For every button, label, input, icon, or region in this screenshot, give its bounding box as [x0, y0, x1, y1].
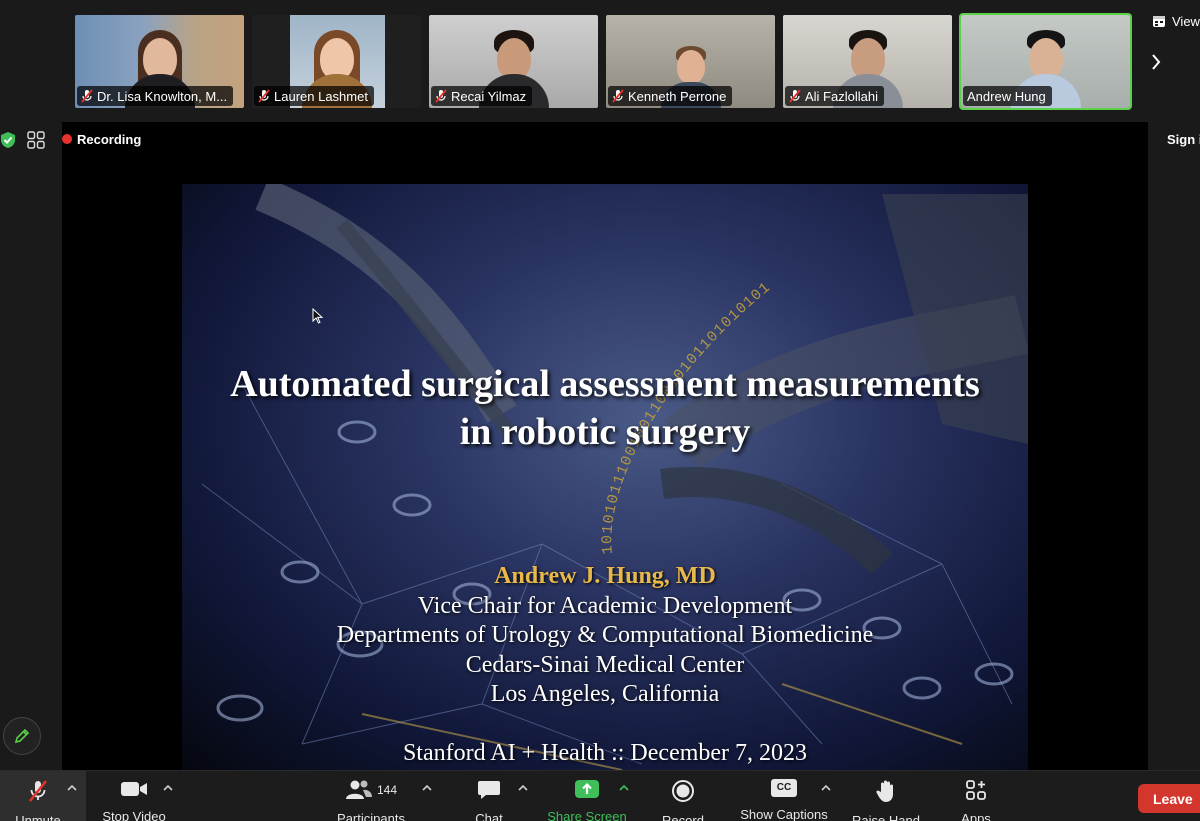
share-screen-button[interactable]: Share Screen — [543, 771, 631, 821]
participants-icon — [345, 780, 372, 799]
muted-mic-icon — [435, 89, 447, 103]
participant-tile[interactable]: Dr. Lisa Knowlton, M... — [73, 13, 246, 110]
participant-name-tag: Kenneth Perrone — [608, 86, 733, 106]
participants-count: 144 — [376, 783, 398, 797]
muted-mic-icon — [258, 89, 270, 103]
raise-hand-label: Raise Hand — [852, 813, 920, 821]
unmute-button[interactable]: Unmute — [6, 771, 70, 821]
unmute-label: Unmute — [15, 813, 61, 821]
muted-mic-icon — [612, 89, 624, 103]
gallery-grid-icon[interactable] — [27, 131, 45, 149]
chat-options-caret-icon[interactable] — [517, 783, 529, 793]
share-screen-arrow-icon — [575, 780, 599, 798]
chevron-right-icon — [1152, 54, 1161, 70]
participant-name-tag: Andrew Hung — [963, 86, 1052, 106]
participant-name: Dr. Lisa Knowlton, M... — [97, 88, 228, 104]
chat-label: Chat — [475, 811, 503, 821]
share-screen-label: Share Screen — [547, 809, 627, 821]
participant-name: Lauren Lashmet — [274, 88, 368, 104]
show-captions-label: Show Captions — [740, 807, 828, 821]
encryption-shield-icon[interactable] — [0, 131, 16, 149]
participant-name-tag: Recai Yilmaz — [431, 86, 533, 106]
participant-tile[interactable]: Recai Yilmaz — [427, 13, 600, 110]
apps-icon — [966, 780, 986, 800]
slide-title-line1: Automated surgical assessment measuremen… — [230, 363, 980, 405]
view-button[interactable]: View — [1152, 10, 1200, 32]
slide-role: Vice Chair for Academic Development — [417, 593, 793, 619]
participant-name-tag: Dr. Lisa Knowlton, M... — [77, 86, 234, 106]
apps-label: Apps — [961, 811, 991, 821]
chat-bubble-icon — [478, 781, 500, 799]
show-captions-button[interactable]: CC Show Captions — [736, 771, 832, 821]
participant-name: Andrew Hung — [967, 88, 1046, 104]
annotate-button[interactable] — [3, 717, 41, 755]
stop-video-label: Stop Video — [102, 809, 166, 821]
raised-hand-icon — [876, 780, 893, 802]
share-options-caret-icon[interactable] — [618, 783, 630, 793]
next-page-arrow[interactable] — [1146, 50, 1166, 74]
mouse-cursor-icon — [312, 308, 324, 324]
participant-tile[interactable]: Ali Fazlollahi — [781, 13, 954, 110]
calendar-grid-icon — [1153, 16, 1165, 27]
participant-tile-active-speaker[interactable]: Andrew Hung — [959, 13, 1132, 110]
shared-screen: 10101011100100110010101101010101 Automat… — [62, 122, 1148, 770]
apps-button[interactable]: Apps — [952, 771, 1000, 821]
recording-indicator[interactable]: Recording — [62, 131, 141, 147]
slide-departments: Departments of Urology & Computational B… — [336, 622, 874, 648]
participant-name-tag: Ali Fazlollahi — [785, 86, 884, 106]
participants-label: Participants — [337, 811, 405, 821]
participants-button[interactable]: 144 Participants — [330, 771, 412, 821]
slide-location: Los Angeles, California — [490, 681, 720, 707]
pencil-icon — [14, 728, 30, 744]
record-icon — [672, 780, 694, 802]
sign-in-button[interactable]: Sign i — [1167, 132, 1200, 147]
recording-label: Recording — [77, 131, 142, 147]
muted-mic-icon — [81, 89, 93, 103]
participant-name-tag: Lauren Lashmet — [254, 86, 374, 106]
video-camera-icon — [121, 782, 147, 796]
slide-title-line2: in robotic surgery — [459, 411, 751, 453]
leave-meeting-button[interactable]: Leave — [1138, 784, 1200, 813]
raise-hand-button[interactable]: Raise Hand — [848, 771, 924, 821]
audio-options-caret-icon[interactable] — [66, 783, 78, 793]
video-options-caret-icon[interactable] — [162, 783, 174, 793]
participant-strip: Dr. Lisa Knowlton, M... Lauren Lashmet R… — [0, 0, 1200, 120]
recording-dot-icon — [62, 134, 72, 144]
record-button[interactable]: Record — [654, 771, 712, 821]
slide-author: Andrew J. Hung, MD — [494, 563, 716, 589]
record-label: Record — [662, 813, 704, 821]
participant-name: Kenneth Perrone — [628, 88, 727, 104]
closed-captions-icon: CC — [771, 779, 797, 797]
participant-tile[interactable]: Kenneth Perrone — [604, 13, 777, 110]
view-label: View — [1172, 13, 1200, 29]
captions-options-caret-icon[interactable] — [820, 783, 832, 793]
muted-mic-icon — [789, 89, 801, 103]
participants-options-caret-icon[interactable] — [421, 783, 433, 793]
zoom-meeting-window: Dr. Lisa Knowlton, M... Lauren Lashmet R… — [0, 0, 1200, 821]
presentation-slide: 10101011100100110010101101010101 Automat… — [182, 184, 1028, 770]
slide-event: Stanford AI + Health :: December 7, 2023 — [402, 740, 808, 766]
participant-name: Recai Yilmaz — [451, 88, 527, 104]
participant-tile[interactable]: Lauren Lashmet — [250, 13, 423, 110]
chat-button[interactable]: Chat — [466, 771, 512, 821]
meeting-toolbar: Unmute Stop Video 144 Participants Chat … — [0, 770, 1200, 821]
slide-institution: Cedars-Sinai Medical Center — [465, 652, 745, 678]
muted-microphone-icon — [29, 780, 47, 802]
participant-name: Ali Fazlollahi — [805, 88, 878, 104]
stop-video-button[interactable]: Stop Video — [94, 771, 174, 821]
